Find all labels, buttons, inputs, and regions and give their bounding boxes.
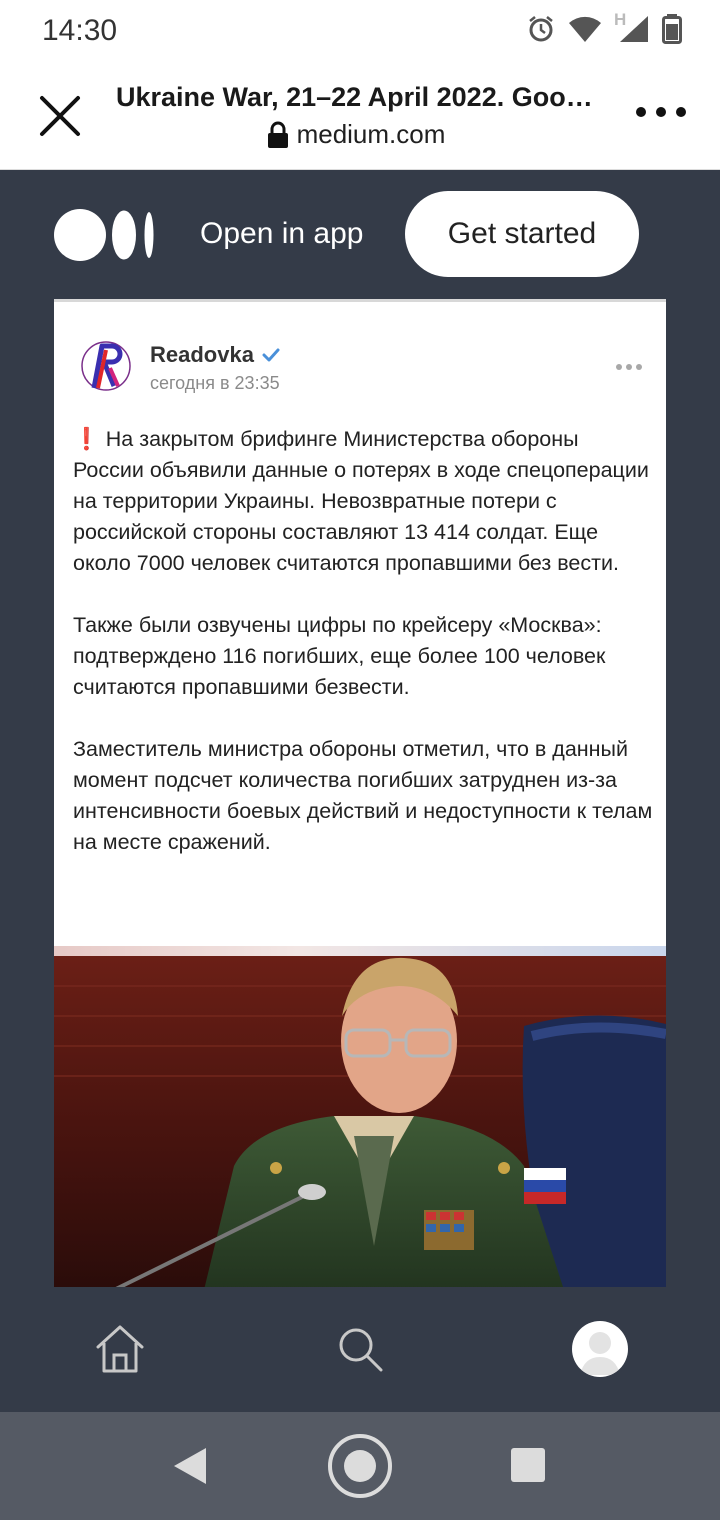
profile-avatar[interactable]	[572, 1321, 628, 1377]
exclamation-icon: ❗	[73, 427, 100, 451]
close-button[interactable]	[36, 92, 84, 140]
status-time: 14:30	[42, 14, 118, 47]
wifi-icon	[568, 15, 602, 43]
alarm-icon	[526, 14, 556, 44]
medium-logo-icon[interactable]	[54, 209, 154, 261]
medium-header: Open in app Get started	[0, 171, 720, 299]
open-in-app-link[interactable]: Open in app	[200, 217, 363, 251]
menu-dot	[636, 107, 646, 117]
post-timestamp: сегодня в 23:35	[150, 373, 280, 393]
more-vert-icon[interactable]	[636, 98, 686, 126]
url-domain: medium.com	[296, 119, 446, 149]
post-paragraph-text: На закрытом брифинге Министерства оборон…	[73, 427, 649, 575]
lock-icon	[267, 121, 288, 148]
briefing-photo	[54, 946, 666, 1287]
more-dot	[616, 364, 622, 370]
photo-top-stripe	[54, 946, 666, 956]
user-icon	[580, 1332, 620, 1375]
back-icon[interactable]	[172, 1446, 208, 1486]
post-author: Readovka	[150, 342, 254, 367]
post-author-row: Readovka	[150, 342, 280, 368]
menu-dot	[656, 107, 666, 117]
title-area: Ukraine War, 21–22 April 2022. Goo… medi…	[116, 82, 596, 150]
status-bar: 14:30 H	[0, 0, 720, 64]
search-icon[interactable]	[336, 1325, 384, 1373]
battery-icon	[662, 14, 682, 44]
more-dot	[636, 364, 642, 370]
home-button-icon[interactable]	[327, 1433, 393, 1499]
close-icon	[40, 96, 80, 136]
officer-photo-illustration	[54, 956, 666, 1287]
recents-icon[interactable]	[511, 1448, 545, 1482]
verified-check-icon	[262, 348, 280, 362]
more-dot	[626, 364, 632, 370]
post-paragraph: ❗ На закрытом брифинге Министерства оборо…	[73, 424, 653, 579]
status-icons: H	[526, 10, 682, 44]
post-body: ❗ На закрытом брифинге Министерства оборо…	[73, 424, 653, 889]
signal-icon: H	[614, 10, 650, 44]
browser-toolbar: Ukraine War, 21–22 April 2022. Goo… medi…	[0, 64, 720, 170]
post-paragraph: Также были озвучены цифры по крейсеру «М…	[73, 613, 606, 699]
post-paragraph: Заместитель министра обороны отметил, чт…	[73, 737, 653, 854]
article-image: Readovka сегодня в 23:35 ❗ На закрытом бр…	[54, 299, 666, 1287]
home-icon[interactable]	[94, 1323, 146, 1375]
menu-dot	[676, 107, 686, 117]
network-type-label: H	[614, 10, 627, 29]
system-nav-bar	[0, 1412, 720, 1520]
get-started-button[interactable]: Get started	[405, 191, 639, 277]
page-title: Ukraine War, 21–22 April 2022. Goo…	[116, 82, 593, 112]
url-bar[interactable]: medium.com	[116, 119, 596, 150]
readovka-logo-icon	[81, 341, 131, 391]
bottom-nav	[0, 1295, 720, 1412]
post-more-icon	[616, 364, 642, 372]
